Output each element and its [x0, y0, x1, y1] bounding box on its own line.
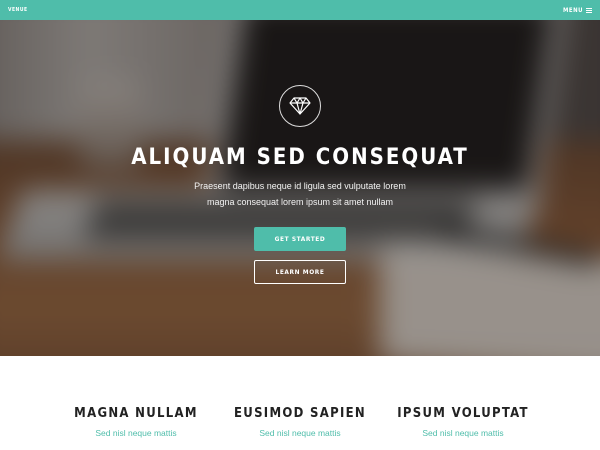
feature-title: IPSUM VOLUPTAT	[397, 406, 529, 421]
feature-title: EUSIMOD SAPIEN	[234, 406, 366, 421]
hero-description: Praesent dapibus neque id ligula sed vul…	[194, 181, 406, 207]
feature-title: MAGNA NULLAM	[74, 406, 198, 421]
menu-button[interactable]: MENU	[563, 7, 592, 14]
features-section: MAGNA NULLAM Sed nisl neque mattis EUSIM…	[0, 356, 600, 450]
top-navbar: VENUE MENU	[0, 0, 600, 20]
site-logo[interactable]: VENUE	[8, 7, 28, 13]
menu-label: MENU	[563, 6, 583, 14]
hamburger-icon	[586, 7, 592, 13]
feature-subtitle: Sed nisl neque mattis	[259, 428, 341, 438]
hero-title: ALIQUAM SED CONSEQUAT	[131, 145, 469, 170]
feature-item: EUSIMOD SAPIEN Sed nisl neque mattis	[210, 406, 390, 438]
feature-item: MAGNA NULLAM Sed nisl neque mattis	[46, 406, 226, 438]
diamond-icon	[279, 85, 321, 127]
feature-subtitle: Sed nisl neque mattis	[422, 428, 504, 438]
get-started-button[interactable]: GET STARTED	[254, 227, 346, 251]
feature-item: IPSUM VOLUPTAT Sed nisl neque mattis	[373, 406, 553, 438]
hero-banner: ALIQUAM SED CONSEQUAT Praesent dapibus n…	[0, 20, 600, 356]
feature-subtitle: Sed nisl neque mattis	[95, 428, 177, 438]
learn-more-button[interactable]: LEARN MORE	[254, 260, 346, 284]
